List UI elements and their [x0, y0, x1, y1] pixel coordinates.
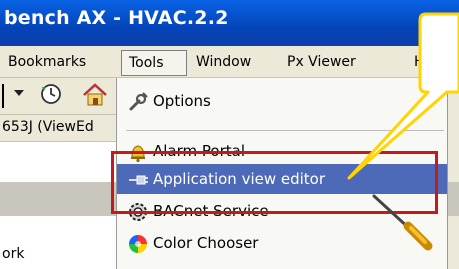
menu-window[interactable]: Window [196, 51, 251, 73]
menu-px-viewer[interactable]: Px Viewer [287, 51, 356, 73]
menu-tools[interactable]: Tools [121, 50, 187, 76]
highlight-annotation-box [111, 151, 438, 214]
wrench-icon [129, 92, 148, 111]
menu-item-color-chooser[interactable]: Color Chooser [117, 228, 447, 258]
menu-help[interactable]: Help [414, 51, 446, 73]
menu-separator [126, 130, 444, 131]
nav-tree-item[interactable]: ork [2, 246, 24, 262]
left-pane-area [0, 142, 116, 182]
home-icon[interactable] [82, 83, 108, 107]
right-edge-area [448, 78, 459, 269]
menu-bookmarks[interactable]: Bookmarks [8, 51, 86, 73]
history-clock-icon[interactable] [40, 83, 62, 105]
left-pane-header [0, 182, 116, 216]
view-path-text: 653J (ViewEd [2, 119, 94, 135]
toolbar-edge [0, 84, 4, 108]
menu-item-label: Color Chooser [153, 234, 259, 252]
menu-item-options[interactable]: Options [117, 86, 447, 116]
window-title: bench AX - HVAC.2.2 [4, 7, 229, 29]
dropdown-arrow-icon[interactable] [14, 90, 24, 96]
menu-item-label: Options [153, 92, 211, 110]
color-wheel-icon [129, 235, 147, 253]
